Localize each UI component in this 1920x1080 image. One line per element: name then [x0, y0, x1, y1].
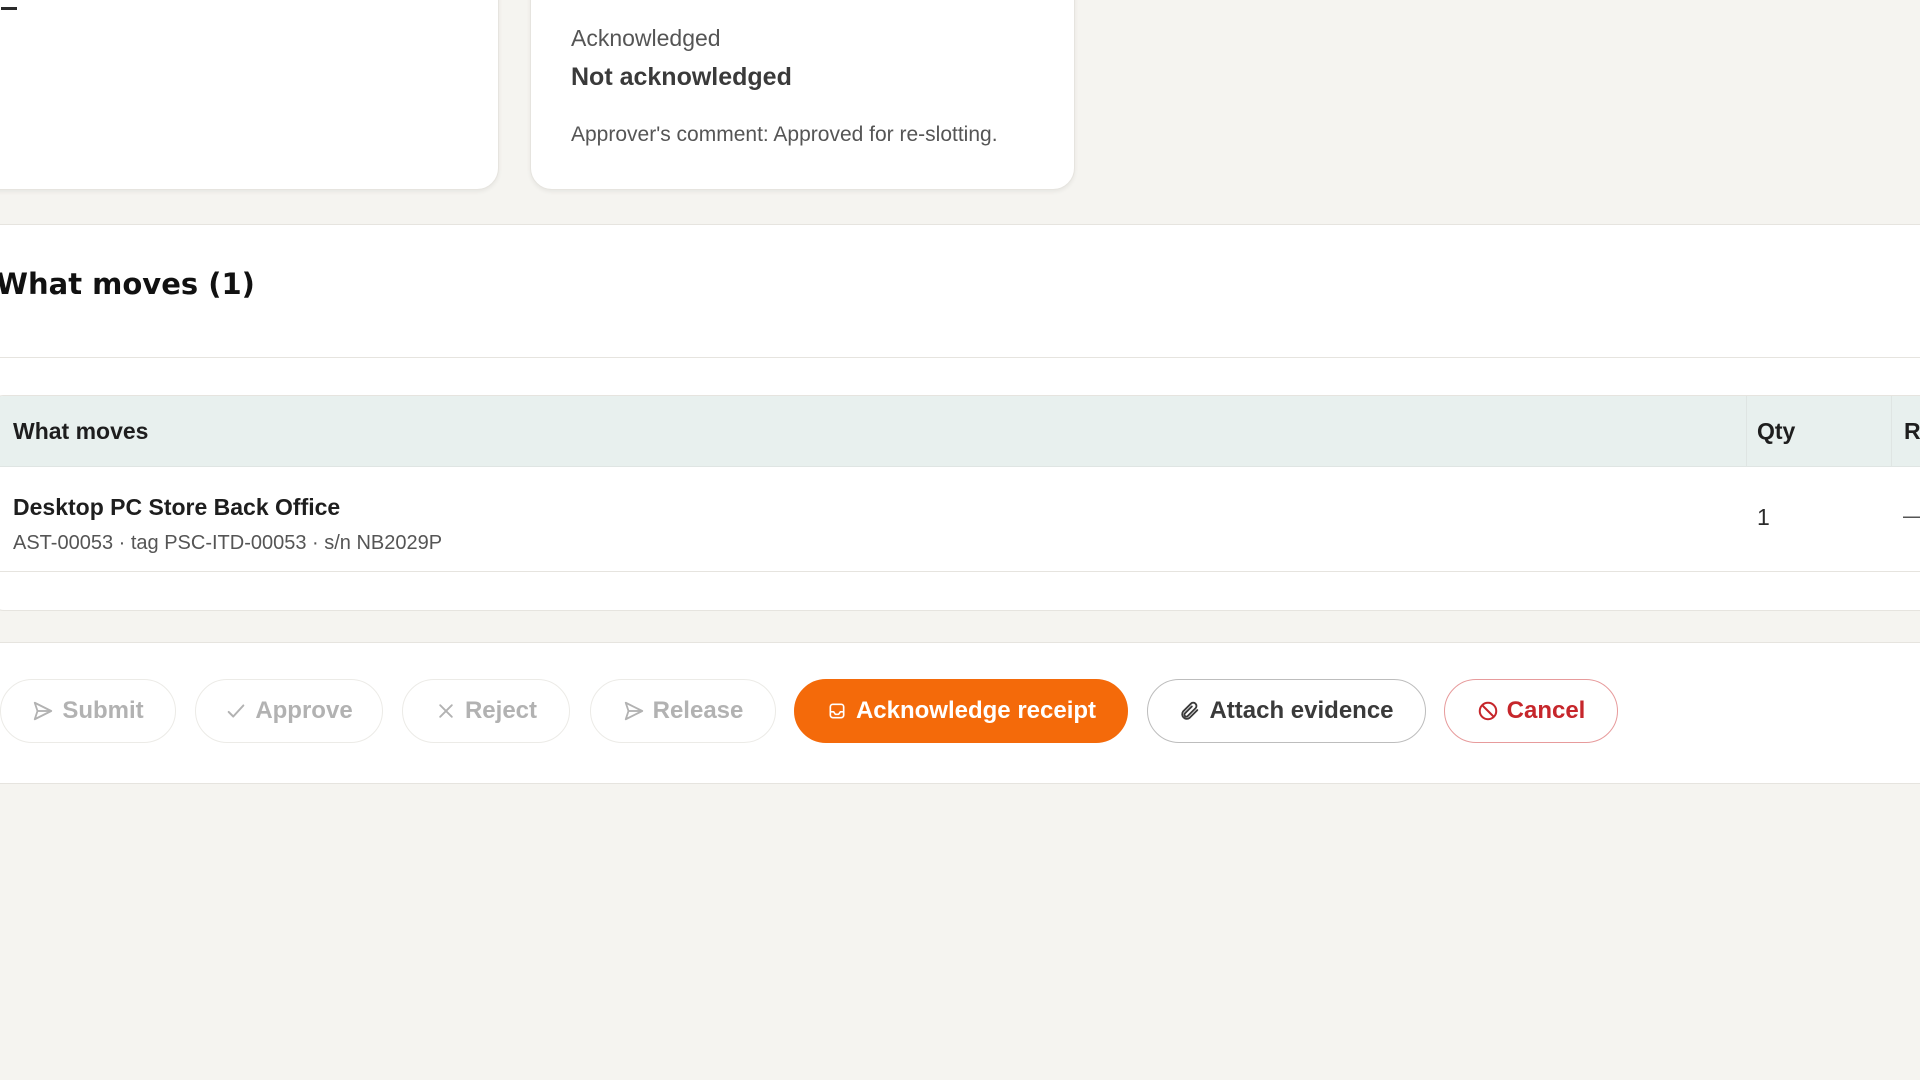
- table-header: What moves Qty Re: [0, 396, 1920, 467]
- submit-label: Submit: [62, 697, 144, 724]
- submit-button[interactable]: Submit: [0, 679, 176, 743]
- item-meta: AST-00053 · tag PSC-ITD-00053 · s/n NB20…: [13, 532, 443, 554]
- section-title: What moves (1): [0, 267, 255, 301]
- column-header-re[interactable]: Re: [1891, 396, 1920, 466]
- approver-comment: Approver's comment: Approved for re-slot…: [571, 123, 998, 146]
- reject-button[interactable]: Reject: [402, 679, 570, 743]
- attach-evidence-button[interactable]: Attach evidence: [1147, 679, 1426, 743]
- acknowledged-value: Not acknowledged: [571, 63, 792, 91]
- column-header-qty[interactable]: Qty: [1746, 396, 1795, 466]
- inbox-icon: [826, 700, 848, 722]
- acknowledged-label: Acknowledged: [571, 25, 721, 51]
- section-divider: [0, 357, 1920, 358]
- x-icon: [435, 700, 457, 722]
- items-table: What moves Qty Re Desktop PC Store Back …: [0, 395, 1920, 611]
- items-section: What moves (1) What moves Qty Re Desktop…: [0, 224, 1920, 611]
- acknowledge-receipt-button[interactable]: Acknowledge receipt: [794, 679, 1128, 743]
- acknowledgement-card: Acknowledged Not acknowledged Approver's…: [530, 0, 1075, 190]
- ban-icon: [1477, 700, 1499, 722]
- item-remarks: —: [1891, 502, 1920, 529]
- check-icon: [225, 700, 247, 722]
- cancel-label: Cancel: [1506, 697, 1586, 724]
- send-icon: [32, 700, 54, 722]
- item-name: Desktop PC Store Back Office: [13, 494, 341, 520]
- release-button[interactable]: Release: [590, 679, 776, 743]
- cancel-button[interactable]: Cancel: [1444, 679, 1618, 743]
- item-qty: 1: [1757, 504, 1770, 530]
- actions-bar: Submit Approve Reject Release Acknowledg: [0, 642, 1920, 784]
- empty-value-dash: [1, 7, 17, 10]
- send-icon: [623, 700, 645, 722]
- acknowledge-receipt-label: Acknowledge receipt: [855, 697, 1097, 724]
- table-row[interactable]: Desktop PC Store Back Office AST-00053 ·…: [0, 466, 1920, 572]
- approve-button[interactable]: Approve: [195, 679, 383, 743]
- release-label: Release: [652, 697, 744, 724]
- paperclip-icon: [1179, 700, 1201, 722]
- summary-card-left: [0, 0, 499, 190]
- attach-evidence-label: Attach evidence: [1209, 697, 1394, 724]
- page: Acknowledged Not acknowledged Approver's…: [0, 0, 1920, 1080]
- approve-label: Approve: [255, 697, 353, 724]
- reject-label: Reject: [464, 697, 538, 724]
- column-header-what[interactable]: What moves: [13, 396, 148, 466]
